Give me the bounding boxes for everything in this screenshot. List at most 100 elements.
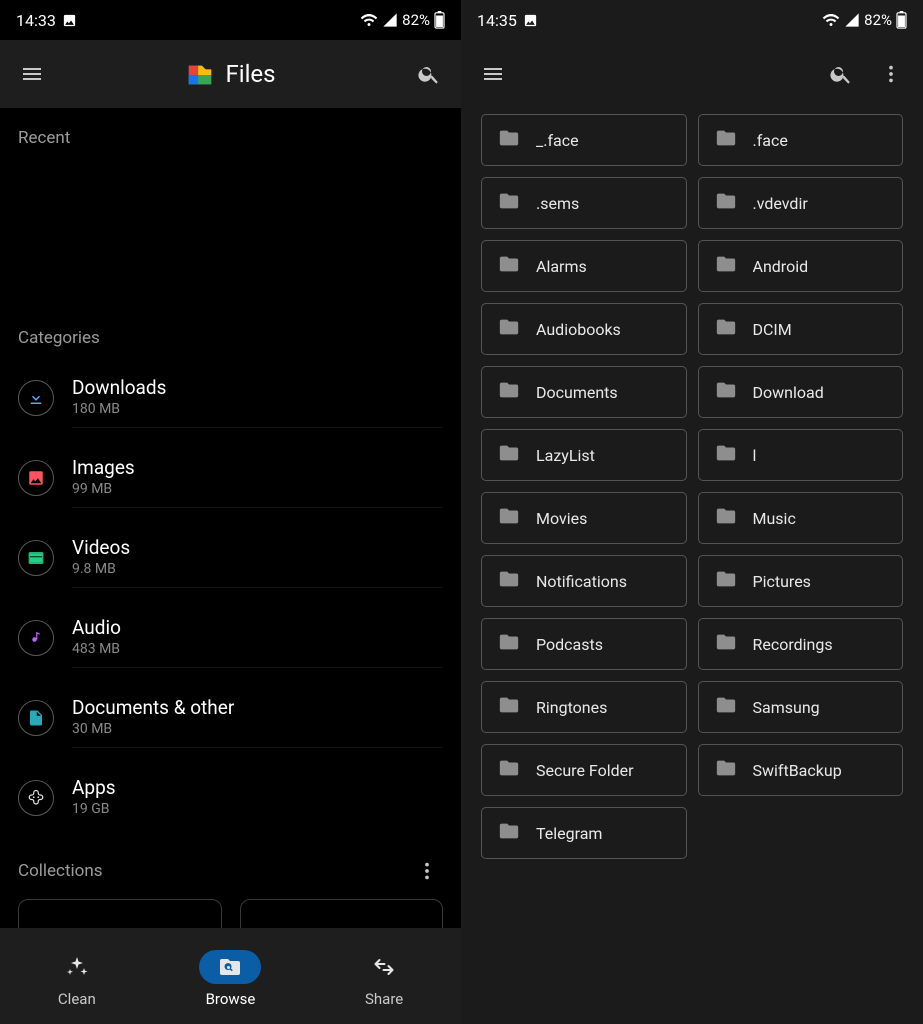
folder-name: Audiobooks [536,320,621,339]
folder-item[interactable]: .sems [481,177,687,229]
category-item-download[interactable]: Downloads180 MB [0,358,461,438]
nav-clean[interactable]: Clean [46,950,108,1008]
folder-item[interactable]: Audiobooks [481,303,687,355]
category-name: Downloads [72,376,443,399]
category-size: 99 MB [72,481,443,497]
search-button[interactable] [407,52,451,96]
nav-label: Share [365,990,403,1008]
folder-item[interactable]: Recordings [698,618,904,670]
folder-name: Telegram [536,824,602,843]
nav-label: Browse [206,990,256,1008]
status-battery-percent: 82% [864,11,892,29]
folder-item[interactable]: Samsung [698,681,904,733]
category-item-video[interactable]: Videos 9.8 MB [0,518,461,598]
folder-icon [715,505,737,531]
folder-item[interactable]: Download [698,366,904,418]
folder-name: Notifications [536,572,627,591]
sparkle-icon [46,950,108,984]
category-item-document[interactable]: Documents & other30 MB [0,678,461,758]
nav-label: Clean [58,990,96,1008]
app-bar: Files [0,40,461,108]
folder-item[interactable]: _.face [481,114,687,166]
folder-item[interactable]: l [698,429,904,481]
audio-icon [18,620,54,656]
category-name: Videos [72,536,443,559]
recent-empty-area [0,158,461,308]
folder-icon [498,379,520,405]
app-bar [461,40,923,108]
folder-item[interactable]: Ringtones [481,681,687,733]
folder-icon [715,442,737,468]
hamburger-menu-button[interactable] [471,52,515,96]
folder-name: Samsung [753,698,820,717]
image-notification-icon [62,13,77,28]
folder-grid: _.face.face.sems .vdevdir Alarms Android Aud… [481,114,903,859]
folder-name: Android [753,257,809,276]
folder-name: l [753,446,757,465]
folder-item[interactable]: DCIM [698,303,904,355]
folder-icon [498,568,520,594]
folder-name: Secure Folder [536,761,634,780]
category-name: Images [72,456,443,479]
folder-icon [715,379,737,405]
folder-item[interactable]: Movies [481,492,687,544]
folder-item[interactable]: .vdevdir [698,177,904,229]
folder-item[interactable]: Notifications [481,555,687,607]
folder-icon [498,127,520,153]
share-icon [353,950,415,984]
folder-name: .vdevdir [753,194,808,213]
search-button[interactable] [819,52,863,96]
category-size: 483 MB [72,641,443,657]
category-name: Apps [72,776,443,799]
folder-icon [715,316,737,342]
folder-item[interactable]: Telegram [481,807,687,859]
files-app-folders-screen: 14:35 82% [461,0,923,1024]
folder-item[interactable]: Documents [481,366,687,418]
status-time: 14:33 [16,11,56,30]
folder-name: Music [753,509,796,528]
wifi-icon [822,11,840,29]
category-item-image[interactable]: Images 99 MB [0,438,461,518]
status-time: 14:35 [477,11,517,30]
folder-icon [498,631,520,657]
folder-icon [715,253,737,279]
category-name: Documents & other [72,696,443,719]
folder-icon [498,253,520,279]
folder-item[interactable]: Alarms [481,240,687,292]
folder-item[interactable]: Pictures [698,555,904,607]
folder-icon [498,442,520,468]
folder-item[interactable]: Music [698,492,904,544]
folder-name: Ringtones [536,698,607,717]
folder-item[interactable]: SwiftBackup [698,744,904,796]
nav-share[interactable]: Share [353,950,415,1008]
folder-item[interactable]: LazyList [481,429,687,481]
folder-item[interactable]: Android [698,240,904,292]
category-item-apps[interactable]: Apps19 GB [0,758,461,837]
folder-item[interactable]: .face [698,114,904,166]
hamburger-menu-button[interactable] [10,52,54,96]
category-item-audio[interactable]: Audio 483 MB [0,598,461,678]
more-options-button[interactable] [869,52,913,96]
folder-icon [715,694,737,720]
collection-card[interactable] [18,899,222,928]
browse-icon [199,950,261,984]
collections-header: Collections [18,861,103,881]
files-app-browse-screen: 14:33 82% [0,0,461,1024]
category-name: Audio [72,616,443,639]
folder-name: DCIM [753,320,792,339]
folder-item[interactable]: Secure Folder [481,744,687,796]
folder-icon [498,694,520,720]
folder-icon [498,190,520,216]
download-icon [18,380,54,416]
category-size: 9.8 MB [72,561,443,577]
nav-browse[interactable]: Browse [199,950,261,1008]
files-logo-icon [185,59,215,89]
battery-icon [896,11,907,29]
collection-card[interactable] [240,899,444,928]
collections-more-button[interactable] [405,849,449,893]
folder-icon [715,127,737,153]
folder-item[interactable]: Podcasts [481,618,687,670]
wifi-icon [360,11,378,29]
folder-name: Recordings [753,635,833,654]
folder-name: Movies [536,509,587,528]
